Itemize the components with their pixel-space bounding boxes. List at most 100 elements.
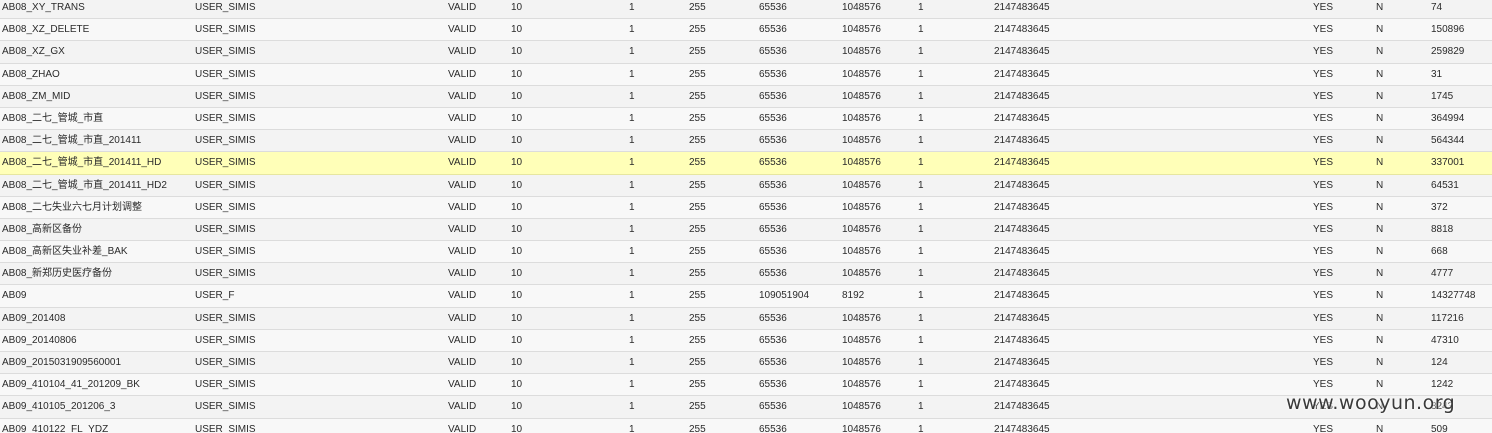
table-cell: 2147483645 <box>994 90 1050 102</box>
table-row[interactable]: AB08_XZ_GX USER_SIMIS VALID 10 1 255 65536 1048… <box>0 41 1492 64</box>
table-cell: USER_SIMIS <box>195 2 256 13</box>
table-cell: AB09_410122_FL_YDZ <box>2 423 109 433</box>
table-cell: VALID <box>448 157 477 169</box>
table-cell: 337001 <box>1431 157 1465 169</box>
table-row[interactable]: AB09_410122_FL_YDZ USER_SIMIS VALID 10 1 255 6… <box>0 418 1492 433</box>
table-cell: AB08_二七失业六七月计划调整 <box>2 201 143 213</box>
table-cell: 2147483645 <box>994 246 1050 258</box>
table-row[interactable]: AB08_高新区失业补差_BAK USER_SIMIS VALID 10 1 255 655… <box>0 241 1492 264</box>
table-cell: 1 <box>918 157 924 169</box>
table-cell: 65536 <box>759 423 787 433</box>
table-cell: 2147483645 <box>994 312 1050 324</box>
table-cell: USER_SIMIS <box>195 223 256 235</box>
table-cell: 10 <box>511 157 523 169</box>
table-cell: 372 <box>1431 201 1448 213</box>
table-cell: 1048576 <box>842 357 881 368</box>
table-cell: 8192 <box>842 290 865 302</box>
table-cell: 10 <box>511 268 523 280</box>
table-row[interactable]: AB08_XZ_DELETE USER_SIMIS VALID 10 1 255 65536… <box>0 19 1492 42</box>
table-cell: 255 <box>689 290 706 302</box>
table-row[interactable]: AB09_201408 USER_SIMIS VALID 10 1 255 65536 104… <box>0 307 1492 330</box>
table-cell: 65536 <box>759 357 787 368</box>
table-cell: AB09_410105_201206_3 <box>2 401 116 413</box>
table-cell: 259829 <box>1431 46 1465 58</box>
table-cell: YES <box>1313 201 1334 213</box>
table-cell: 150896 <box>1431 24 1465 36</box>
table-cell: VALID <box>448 24 477 36</box>
table-cell: VALID <box>448 90 477 102</box>
table-cell: 65536 <box>759 246 787 258</box>
table-cell: N <box>1376 357 1384 368</box>
table-cell: 1048576 <box>842 268 881 280</box>
table-row[interactable]: AB08_高新区备份 USER_SIMIS VALID 10 1 255 65536 1048… <box>0 218 1492 242</box>
table-cell: YES <box>1313 24 1334 36</box>
table-cell: 10 <box>511 179 523 191</box>
table-cell: 255 <box>689 68 706 80</box>
table-cell: 1 <box>629 201 635 213</box>
table-cell: 1048576 <box>842 68 881 80</box>
table-cell: N <box>1376 2 1384 13</box>
table-cell: 10 <box>511 46 523 58</box>
table-cell: VALID <box>448 179 477 191</box>
table-cell: VALID <box>448 357 477 368</box>
table-row[interactable]: AB09_410104_41_201209_BK USER_SIMIS VALID 1… <box>0 374 1492 397</box>
results-grid: AB08_XY_TRANS USER_SIMIS VALID 10 1 255 65536 1… <box>0 0 1492 433</box>
table-cell: 10 <box>511 24 523 36</box>
table-cell: USER_SIMIS <box>195 68 256 80</box>
table-row[interactable]: AB08_二七_管城_市直 USER_SIMIS VALID 10 1 255 65536 1… <box>0 107 1492 131</box>
table-cell: 255 <box>689 157 706 169</box>
table-cell: USER_SIMIS <box>195 201 256 213</box>
table-row[interactable]: AB08_新郑历史医疗备份 USER_SIMIS VALID 10 1 255 65536 1… <box>0 263 1492 286</box>
table-cell: 74 <box>1431 2 1443 13</box>
table-cell: 1 <box>918 268 924 280</box>
table-cell: 2147483645 <box>994 157 1050 169</box>
table-cell: 255 <box>689 179 706 191</box>
table-cell: USER_SIMIS <box>195 90 256 102</box>
table-row[interactable]: AB09_20140806 USER_SIMIS VALID 10 1 255 65536 1… <box>0 329 1492 352</box>
table-cell: 65536 <box>759 112 787 124</box>
table-cell: 1 <box>918 312 924 324</box>
table-cell: 255 <box>689 423 706 433</box>
table-cell: 2147483645 <box>994 423 1050 433</box>
table-cell: 10 <box>511 357 523 368</box>
table-cell: AB09_20140806 <box>2 334 77 346</box>
table-cell: AB08_ZHAO <box>2 68 60 80</box>
table-cell: 47310 <box>1431 334 1459 346</box>
table-row[interactable]: AB09 USER_F VALID 10 1 255 109051904 8192 1 21474… <box>0 285 1492 308</box>
table-cell: YES <box>1313 179 1334 191</box>
table-cell: 1048576 <box>842 24 881 36</box>
table-cell: 1 <box>629 68 635 80</box>
table-row[interactable]: AB08_ZHAO USER_SIMIS VALID 10 1 255 65536 10485… <box>0 63 1492 86</box>
table-row[interactable]: AB09_410105_201206_3 USER_SIMIS VALID 10 1 25… <box>0 396 1492 419</box>
table-cell: 10 <box>511 201 523 213</box>
table-cell: 255 <box>689 312 706 324</box>
table-cell: N <box>1376 179 1384 191</box>
table-cell: 255 <box>689 46 706 58</box>
table-cell: 1048576 <box>842 179 881 191</box>
table-cell: AB08_新郑历史医疗备份 <box>2 268 113 280</box>
table-cell: USER_SIMIS <box>195 334 256 346</box>
table-cell: VALID <box>448 68 477 80</box>
table-cell: YES <box>1313 46 1334 58</box>
table-row[interactable]: AB08_二七_管城_市直_201411 USER_SIMIS VALID 10 1 25… <box>0 130 1492 153</box>
table-cell: YES <box>1313 68 1334 80</box>
table-row[interactable]: AB08_二七_管城_市直_201411_HD2 USER_SIMIS VALID 1… <box>0 174 1492 197</box>
table-cell: AB08_XY_TRANS <box>2 2 85 13</box>
table-cell: YES <box>1313 334 1334 346</box>
table-cell: 109051904 <box>759 290 810 302</box>
table-cell: USER_F <box>195 290 235 302</box>
table-cell: USER_SIMIS <box>195 379 256 391</box>
table-cell: 64531 <box>1431 179 1459 191</box>
table-cell: 2147483645 <box>994 68 1050 80</box>
table-row[interactable]: AB08_二七失业六七月计划调整 USER_SIMIS VALID 10 1 255 655… <box>0 196 1492 219</box>
table-cell: YES <box>1313 246 1334 258</box>
table-row[interactable]: AB08_二七_管城_市直_201411_HD USER_SIMIS VALID 10… <box>0 152 1492 175</box>
table-cell: USER_SIMIS <box>195 112 256 124</box>
table-cell: VALID <box>448 135 477 147</box>
table-row[interactable]: AB09_2015031909560001 USER_SIMIS VALID 10 1 2… <box>0 352 1492 375</box>
table-cell: 1 <box>918 290 924 302</box>
table-cell: N <box>1376 268 1384 280</box>
table-cell: 1 <box>629 179 635 191</box>
table-row[interactable]: AB08_ZM_MID USER_SIMIS VALID 10 1 255 65536 104… <box>0 85 1492 108</box>
table-row[interactable]: AB08_XY_TRANS USER_SIMIS VALID 10 1 255 65536 1… <box>0 0 1492 20</box>
